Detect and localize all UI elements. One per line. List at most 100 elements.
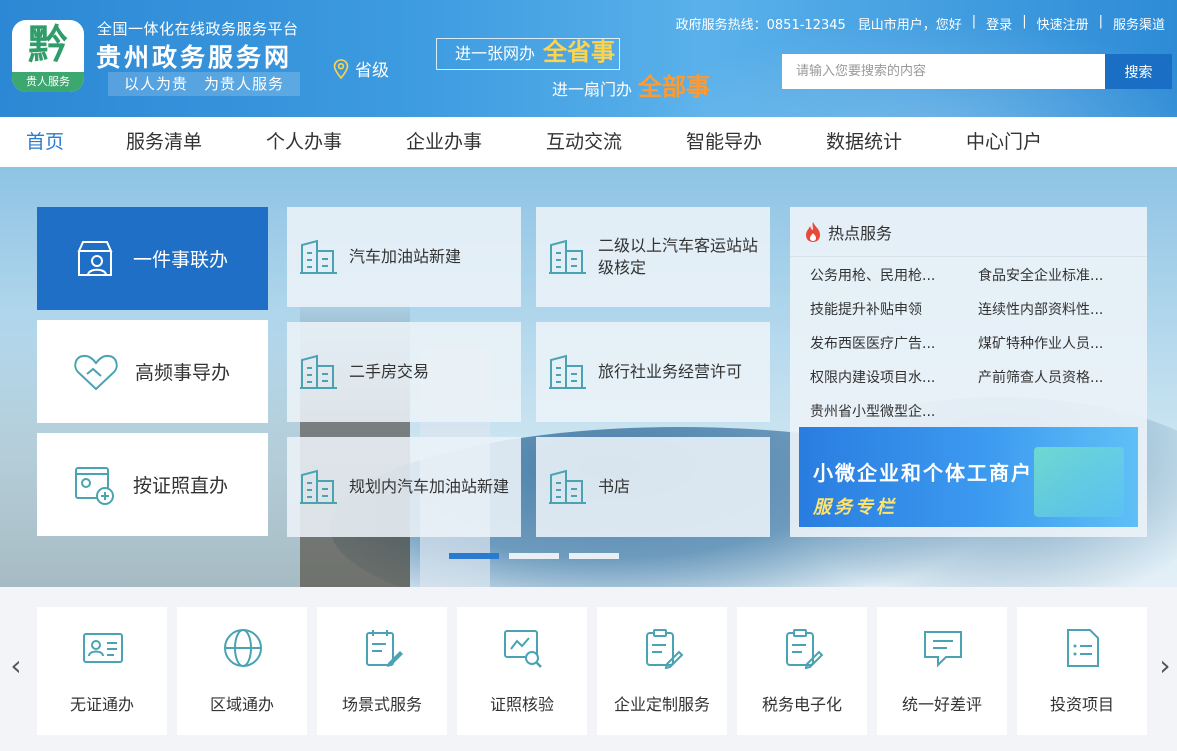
globe-icon: [224, 629, 262, 667]
logo-glyph: 黔: [28, 21, 68, 68]
site-logo[interactable]: 黔 贵人服务: [12, 20, 84, 92]
slogan-line-2-emph: 全部事: [638, 73, 711, 101]
storefront-person-icon: [77, 240, 113, 276]
tile-high-frequency[interactable]: 高频事导办: [37, 320, 268, 423]
hotline: 政府服务热线：0851-12345: [675, 18, 846, 33]
hot-service-link[interactable]: 食品安全企业标准...: [978, 265, 1103, 285]
banner-title: 小微企业和个体工商户: [813, 461, 1033, 485]
slogan-line-1-emph: 全省事: [543, 38, 615, 66]
slogan-line-1-prefix: 进一张网办: [455, 44, 536, 63]
service-card-label: 企业定制服务: [613, 695, 710, 714]
hot-service-link[interactable]: 产前筛查人员资格...: [978, 367, 1103, 387]
location-pin-icon: [333, 58, 349, 79]
tile-service[interactable]: 规划内汽车加油站新建: [287, 437, 521, 537]
hot-service-link[interactable]: 技能提升补贴申领: [810, 299, 922, 319]
hot-service-link[interactable]: 连续性内部资料性...: [978, 299, 1103, 319]
service-card[interactable]: 区域通办: [177, 607, 307, 735]
tile-service[interactable]: 书店: [536, 437, 770, 537]
search-bar: 搜索: [782, 54, 1172, 89]
banner-subtitle: 服务专栏: [813, 497, 897, 518]
certificate-add-icon: [75, 466, 114, 505]
tile-service[interactable]: 旅行社业务经营许可: [536, 322, 770, 422]
hot-service-link[interactable]: 发布西医医疗广告...: [810, 333, 935, 353]
slogan-line-1: 进一张网办 全省事: [436, 38, 620, 70]
building-icon: [300, 239, 337, 274]
certificate-search-icon: [504, 630, 542, 668]
handshake-heart-icon: [74, 354, 118, 390]
chevron-left-icon[interactable]: ‹: [6, 651, 26, 681]
carousel-dot[interactable]: [509, 553, 559, 559]
service-card[interactable]: 企业定制服务: [597, 607, 727, 735]
chevron-right-icon[interactable]: ›: [1155, 651, 1175, 681]
hot-service-link[interactable]: 公务用枪、民用枪...: [810, 265, 935, 285]
service-card-label: 区域通办: [209, 695, 274, 714]
hot-service-link[interactable]: 煤矿特种作业人员...: [978, 333, 1103, 353]
main-nav: 首页 服务清单 个人办事 企业办事 互动交流 智能导办 数据统计 中心门户: [0, 117, 1177, 167]
separator: |: [971, 14, 977, 29]
service-card-label: 无证通办: [69, 695, 134, 714]
service-categories: ‹ › 无证通办 区域通办 场景式服务 证照核验 企业定制服务 税务电子化 统一…: [0, 587, 1177, 751]
hot-services-header: 热点服务: [790, 207, 1147, 257]
service-card-label: 税务电子化: [761, 695, 842, 714]
nav-interaction[interactable]: 互动交流: [546, 117, 622, 167]
nav-home[interactable]: 首页: [26, 117, 64, 167]
building-icon: [549, 354, 586, 389]
tile-label: 按证照直办: [133, 475, 229, 497]
slogan-line-2: 进一扇门办 全部事: [552, 74, 710, 103]
nav-statistics[interactable]: 数据统计: [826, 117, 902, 167]
user-greeting[interactable]: 昆山市用户，您好: [852, 14, 968, 33]
service-card-label: 投资项目: [1049, 695, 1114, 714]
service-card[interactable]: 证照核验: [457, 607, 587, 735]
hot-services-panel: 热点服务 公务用枪、民用枪... 食品安全企业标准... 技能提升补贴申领 连续…: [790, 207, 1147, 537]
clipboard-pen-icon: [366, 630, 403, 667]
tile-label: 规划内汽车加油站新建: [349, 477, 510, 496]
nav-smart-guide[interactable]: 智能导办: [686, 117, 762, 167]
region-selector[interactable]: 省级: [333, 56, 389, 81]
service-card-label: 证照核验: [489, 695, 554, 714]
tile-service[interactable]: 二手房交易: [287, 322, 521, 422]
search-input[interactable]: [782, 54, 1105, 89]
slogan-line-2-prefix: 进一扇门办: [552, 80, 633, 99]
hot-service-link[interactable]: 贵州省小型微型企...: [810, 401, 935, 421]
hot-service-link[interactable]: 权限内建设项目水...: [810, 367, 935, 387]
nav-enterprise[interactable]: 企业办事: [406, 117, 482, 167]
top-utility-bar: 政府服务热线：0851-12345 昆山市用户，您好 | 登录 | 快速注册 |…: [670, 14, 1171, 33]
banner-slogan: 进一张网办 全省事 进一扇门办 全部事: [436, 38, 726, 104]
tile-service[interactable]: 汽车加油站新建: [287, 207, 521, 307]
nav-personal[interactable]: 个人办事: [266, 117, 342, 167]
separator: |: [1098, 14, 1103, 29]
separator: |: [1022, 14, 1027, 29]
small-business-banner[interactable]: 小微企业和个体工商户 服务专栏: [799, 427, 1138, 527]
clipboard-edit-icon: [646, 629, 684, 669]
tile-by-license[interactable]: 按证照直办: [37, 433, 268, 536]
tile-label: 高频事导办: [135, 362, 231, 384]
banner-illustration: [1034, 447, 1124, 517]
tile-service[interactable]: 二级以上汽车客运站站级核定: [536, 207, 770, 307]
nav-center-portal[interactable]: 中心门户: [966, 117, 1042, 167]
carousel-dot[interactable]: [449, 553, 499, 559]
chat-bubble-icon: [924, 631, 962, 668]
hot-services-title: 热点服务: [828, 223, 893, 243]
nav-service-list[interactable]: 服务清单: [126, 117, 202, 167]
flame-icon: [806, 221, 820, 242]
login-link[interactable]: 登录: [980, 14, 1018, 33]
service-card[interactable]: 投资项目: [1017, 607, 1147, 735]
service-card[interactable]: 无证通办: [37, 607, 167, 735]
tile-label: 书店: [598, 477, 631, 496]
register-link[interactable]: 快速注册: [1031, 14, 1095, 33]
search-button[interactable]: 搜索: [1105, 54, 1172, 89]
service-channel-link[interactable]: 服务渠道: [1107, 14, 1171, 33]
service-card-label: 统一好差评: [901, 695, 982, 714]
building-icon: [300, 354, 337, 389]
site-slogan: 以人为贵 为贵人服务: [108, 72, 300, 96]
logo-tag: 贵人服务: [12, 72, 84, 92]
service-card-label: 场景式服务: [341, 695, 422, 714]
service-card[interactable]: 场景式服务: [317, 607, 447, 735]
carousel-indicators: [449, 553, 619, 559]
tile-label: 汽车加油站新建: [349, 247, 462, 266]
service-card[interactable]: 税务电子化: [737, 607, 867, 735]
tile-one-thing-joint[interactable]: 一件事联办: [37, 207, 268, 310]
tile-label: 一件事联办: [133, 249, 229, 271]
carousel-dot[interactable]: [569, 553, 619, 559]
service-card[interactable]: 统一好差评: [877, 607, 1007, 735]
